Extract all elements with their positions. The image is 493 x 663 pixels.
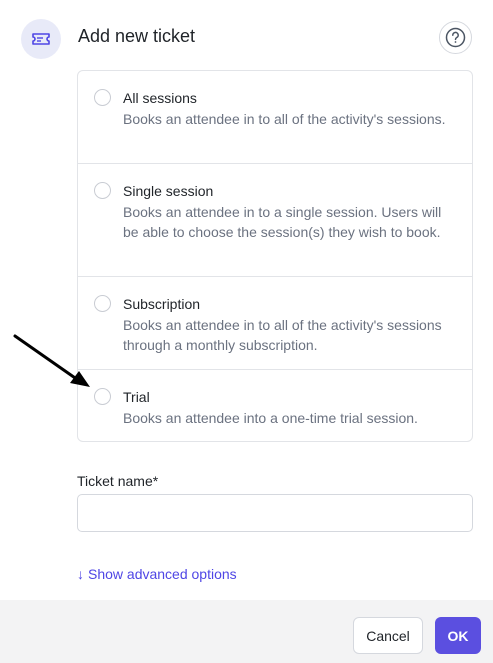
help-icon xyxy=(445,27,466,48)
option-subscription[interactable]: Subscription Books an attendee in to all… xyxy=(78,277,472,370)
show-advanced-options-link[interactable]: ↓ Show advanced options xyxy=(77,566,237,582)
show-advanced-options-label: Show advanced options xyxy=(88,566,237,582)
dialog-footer: Cancel OK xyxy=(0,600,493,663)
option-description: Books an attendee in to all of the activ… xyxy=(123,111,446,127)
option-label: All sessions xyxy=(123,90,197,106)
option-single-session[interactable]: Single session Books an attendee in to a… xyxy=(78,164,472,277)
ok-button[interactable]: OK xyxy=(435,617,481,654)
option-description: Books an attendee into a one-time trial … xyxy=(123,410,418,426)
ticket-badge xyxy=(21,19,61,59)
radio-single-session[interactable] xyxy=(94,182,111,199)
ticket-name-label: Ticket name* xyxy=(77,473,159,489)
option-trial[interactable]: Trial Books an attendee into a one-time … xyxy=(78,370,472,442)
option-all-sessions[interactable]: All sessions Books an attendee in to all… xyxy=(78,71,472,164)
option-label: Trial xyxy=(123,389,150,405)
cancel-button[interactable]: Cancel xyxy=(353,617,423,654)
ticket-name-input[interactable] xyxy=(77,494,473,532)
dialog-header: Add new ticket xyxy=(0,0,493,72)
arrow-down-icon: ↓ xyxy=(77,566,84,582)
option-label: Single session xyxy=(123,183,214,199)
ticket-icon xyxy=(32,33,50,45)
radio-trial[interactable] xyxy=(94,388,111,405)
dialog-title: Add new ticket xyxy=(78,26,196,46)
option-description: Books an attendee in to a single session… xyxy=(123,204,442,240)
radio-subscription[interactable] xyxy=(94,295,111,312)
radio-all-sessions[interactable] xyxy=(94,89,111,106)
option-label: Subscription xyxy=(123,296,201,312)
ticket-type-options: All sessions Books an attendee in to all… xyxy=(77,70,473,442)
option-description: Books an attendee in to all of the activ… xyxy=(123,317,442,353)
help-button[interactable] xyxy=(439,21,472,54)
